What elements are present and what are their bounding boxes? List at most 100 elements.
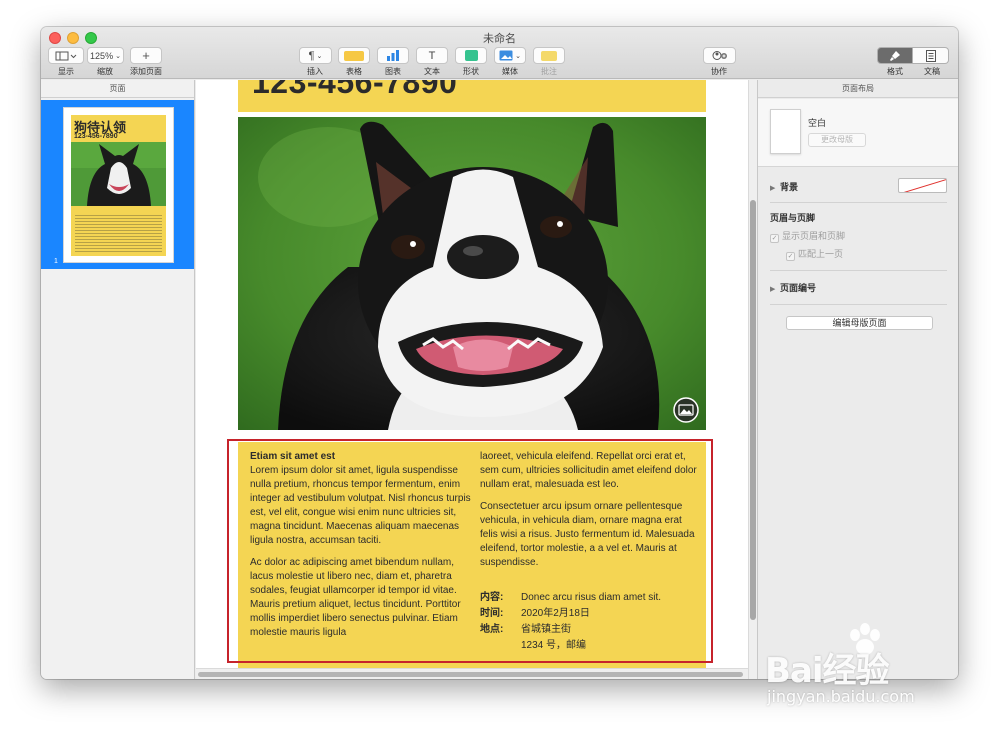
master-page-thumbnail[interactable]	[770, 109, 801, 154]
plus-icon: +	[142, 47, 150, 63]
body-paragraph-3: laoreet, vehicula eleifend. Repellat orc…	[480, 451, 697, 490]
master-page-name: 空白	[808, 118, 827, 128]
background-disclosure[interactable]: ▶ 背景	[770, 180, 798, 193]
format-inspector-panel: 页面布局 空白 更改母版 ▶ 背景 页眉与页脚 ✓ 显示页眉和页脚 ✓ 匹配上一页 ▶…	[757, 80, 958, 679]
body-text-box[interactable]: Etiam sit amet est Lorem ipsum dolor sit…	[238, 442, 706, 668]
body-paragraph-4: Consectetuer arcu ipsum ornare pellentes…	[480, 501, 695, 568]
document-icon	[925, 49, 936, 62]
change-master-button[interactable]: 更改母版	[808, 133, 866, 147]
add-page-button[interactable]: +	[130, 47, 162, 64]
insert-button[interactable]: ¶ ⌄	[299, 47, 332, 64]
content-label: 内容:	[480, 592, 504, 603]
place-value-line-2: 1234 号，邮编	[521, 640, 587, 651]
horizontal-scrollbar[interactable]	[196, 668, 748, 679]
paintbrush-icon	[890, 51, 900, 61]
thumbnail-dog-photo	[71, 142, 166, 206]
pages-app-window: 未命名 显示 125% ⌄ 缩放 + 添加页面 ¶ ⌄ 插入 表格 图表 T 文…	[41, 27, 958, 679]
window-title: 未命名	[483, 33, 516, 45]
time-label: 时间:	[480, 608, 504, 619]
media-image-icon	[499, 50, 513, 61]
body-heading: Etiam sit amet est	[250, 451, 336, 462]
checkmark-icon: ✓	[786, 252, 795, 261]
comment-note-icon	[541, 50, 557, 61]
place-value: 省城镇主街 1234 号，邮编	[521, 622, 586, 654]
horizontal-scrollbar-thumb[interactable]	[198, 672, 743, 677]
page-numbers-label: 页面编号	[780, 283, 817, 293]
bar-chart-icon	[387, 50, 399, 61]
page-number: 1	[54, 258, 58, 265]
zoom-select[interactable]: 125% ⌄	[87, 47, 124, 64]
thumbnail-page-preview: 狗待认领 123-456-7890	[71, 115, 166, 256]
chevron-down-icon: ⌄	[515, 52, 521, 60]
text-box-button[interactable]: T	[416, 47, 448, 64]
text-column-2[interactable]: laoreet, vehicula eleifend. Repellat orc…	[480, 450, 702, 578]
thumbnail-phone: 123-456-7890	[74, 133, 118, 140]
document-label: 文稿	[924, 67, 940, 76]
table-icon	[344, 50, 364, 61]
inspector-divider	[770, 304, 947, 305]
show-header-footer-label: 显示页眉和页脚	[782, 231, 846, 241]
document-inspector-button[interactable]	[913, 47, 949, 64]
collaborate-button[interactable]	[703, 47, 736, 64]
place-value-line-1: 省城镇主街	[521, 624, 571, 635]
time-value: 2020年2月18日	[521, 608, 590, 619]
page-thumbnails-sidebar: 页面 狗待认领 123-456-7890 1	[41, 80, 195, 679]
inspector-divider	[770, 270, 947, 271]
edit-master-page-button[interactable]: 编辑母版页面	[786, 316, 933, 330]
background-label: 背景	[780, 182, 799, 192]
background-color-well[interactable]	[898, 178, 947, 193]
chevron-down-icon: ⌄	[316, 52, 323, 60]
phone-number-text[interactable]: 123-456-7890	[252, 80, 457, 101]
phone-banner[interactable]: 123-456-7890	[238, 80, 706, 112]
shape-button[interactable]	[455, 47, 487, 64]
inspector-divider	[770, 202, 947, 203]
add-page-label: 添加页面	[130, 67, 162, 76]
vertical-scrollbar[interactable]	[748, 80, 757, 679]
chart-button[interactable]	[377, 47, 409, 64]
collaborate-label: 协作	[711, 67, 727, 76]
collaborate-person-icon	[712, 51, 727, 60]
info-row-content: 内容: Donec arcu risus diam amet sit.	[480, 590, 702, 606]
checkmark-icon: ✓	[770, 234, 779, 243]
thumbnail-text-lines	[75, 213, 162, 253]
page-numbers-disclosure[interactable]: ▶ 页面编号	[770, 281, 816, 294]
no-fill-slash-icon	[903, 179, 946, 192]
text-column-1[interactable]: Etiam sit amet est Lorem ipsum dolor sit…	[250, 450, 472, 648]
place-label: 地点:	[480, 624, 504, 635]
table-button[interactable]	[338, 47, 370, 64]
info-row-place: 地点: 省城镇主街 1234 号，邮编	[480, 622, 702, 654]
format-inspector-button[interactable]	[877, 47, 913, 64]
comment-button[interactable]	[533, 47, 565, 64]
disclosure-triangle-icon: ▶	[770, 286, 776, 293]
inspector-title: 页面布局	[758, 80, 958, 98]
master-page-section: 空白 更改母版	[758, 99, 958, 167]
page-thumbnail-selected[interactable]: 狗待认领 123-456-7890 1	[41, 100, 194, 269]
media-button[interactable]: ⌄	[494, 47, 526, 64]
document-page[interactable]: 123-456-7890 Etiam sit amet est Lorem ip…	[196, 80, 748, 668]
vertical-scrollbar-thumb[interactable]	[750, 200, 756, 620]
title-bar: 未命名 显示 125% ⌄ 缩放 + 添加页面 ¶ ⌄ 插入 表格 图表 T 文…	[41, 27, 958, 79]
shape-square-icon	[464, 50, 478, 61]
page-thumbnail[interactable]: 狗待认领 123-456-7890	[63, 107, 174, 263]
show-header-footer-checkbox[interactable]: ✓ 显示页眉和页脚	[770, 229, 845, 243]
pages-panel-title: 页面	[41, 80, 194, 98]
boston-terrier-image	[238, 117, 706, 430]
header-footer-title: 页眉与页脚	[770, 213, 816, 223]
text-t-icon: T	[428, 49, 436, 62]
match-previous-checkbox[interactable]: ✓ 匹配上一页	[786, 247, 843, 261]
match-previous-label: 匹配上一页	[798, 249, 844, 259]
watermark-brand: Bai经验	[765, 651, 890, 691]
sidebar-view-icon	[55, 51, 77, 60]
dog-photo[interactable]	[238, 117, 706, 430]
document-canvas[interactable]: 123-456-7890 Etiam sit amet est Lorem ip…	[196, 80, 757, 679]
body-paragraph-2: Ac dolor ac adipiscing amet bibendum nul…	[250, 557, 461, 638]
paragraph-icon: ¶	[308, 49, 315, 62]
watermark-url: jingyan.baidu.com	[767, 687, 915, 706]
content-value: Donec arcu risus diam amet sit.	[521, 592, 662, 603]
body-paragraph-1: Lorem ipsum dolor sit amet, ligula suspe…	[250, 465, 471, 546]
view-menu-button[interactable]	[48, 47, 84, 64]
event-info-table[interactable]: 内容: Donec arcu risus diam amet sit. 时间: …	[480, 590, 702, 654]
zoom-value: 125%	[90, 50, 114, 61]
chevron-down-icon: ⌄	[115, 52, 121, 60]
info-row-time: 时间: 2020年2月18日	[480, 606, 702, 622]
